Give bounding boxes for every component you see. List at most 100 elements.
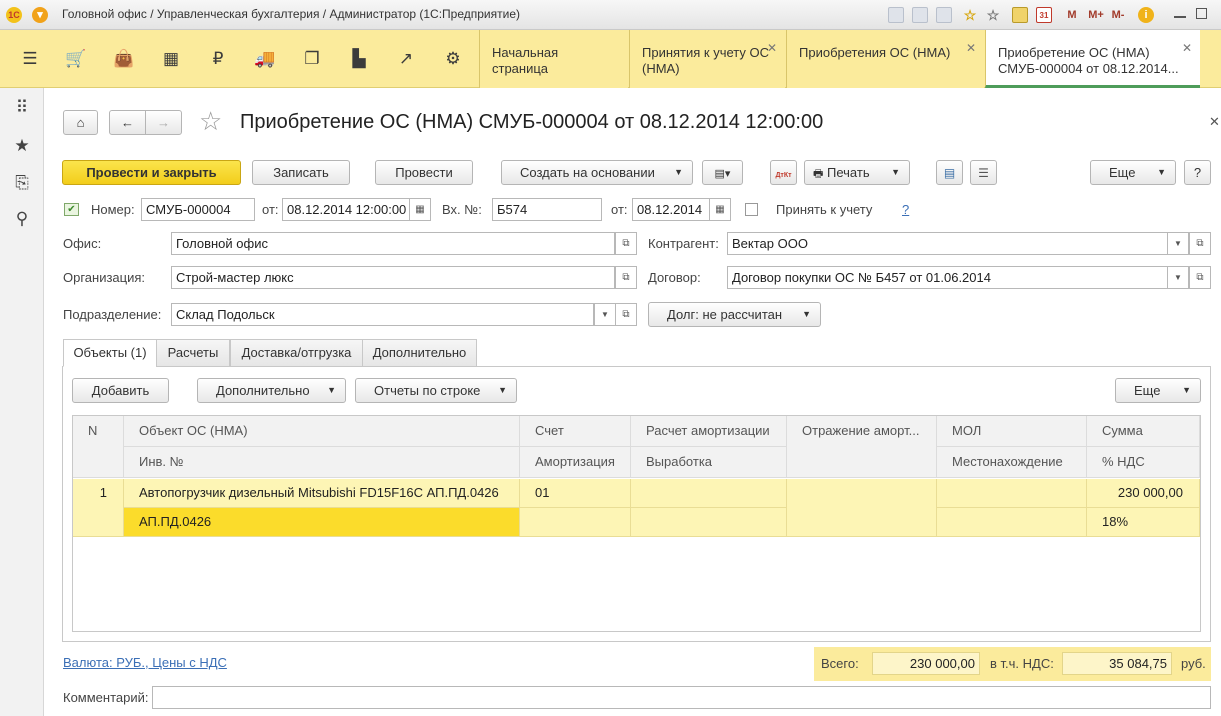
favorite-add-icon[interactable]: ☆ bbox=[962, 7, 978, 23]
print-icon[interactable] bbox=[912, 7, 928, 23]
cell-account[interactable]: 01 bbox=[520, 479, 631, 508]
table-more-button[interactable]: Еще ▼ bbox=[1115, 378, 1201, 403]
info-icon[interactable]: i bbox=[1138, 7, 1154, 23]
add-row-button[interactable]: Добавить bbox=[72, 378, 169, 403]
cell-output[interactable] bbox=[631, 508, 787, 537]
column-header-amort-calc[interactable]: Расчет амортизации bbox=[631, 416, 787, 447]
history-icon[interactable]: ⎘ bbox=[0, 166, 44, 200]
tab-current-document[interactable]: Приобретение ОС (НМА) СМУБ-000004 от 08.… bbox=[985, 30, 1200, 88]
main-menu-icon[interactable]: ▾ bbox=[32, 7, 48, 23]
warehouse-icon[interactable]: ▦ bbox=[153, 30, 189, 88]
favorites-icon[interactable]: ☆ bbox=[985, 7, 1001, 23]
search-icon[interactable]: ⚲ bbox=[0, 202, 44, 236]
cell-location[interactable] bbox=[937, 508, 1087, 537]
comment-field[interactable] bbox=[152, 686, 1211, 709]
apps-grid-icon[interactable]: ⠿ bbox=[0, 91, 44, 125]
additional-button[interactable]: Дополнительно ▼ bbox=[197, 378, 346, 403]
column-header-amort-reflect[interactable]: Отражение аморт... bbox=[787, 416, 937, 478]
window-restore-button[interactable] bbox=[1196, 8, 1207, 19]
cell-sum[interactable]: 230 000,00 bbox=[1087, 479, 1200, 508]
bar-chart-icon[interactable]: ▙ bbox=[341, 30, 377, 88]
cell-object[interactable]: Автопогрузчик дизельный Mitsubishi FD15F… bbox=[124, 479, 520, 508]
debt-button[interactable]: Долг: не рассчитан ▼ bbox=[648, 302, 821, 327]
accept-checkbox[interactable] bbox=[745, 203, 758, 216]
related-documents-button[interactable]: ▤▾ bbox=[702, 160, 743, 185]
ruble-icon[interactable]: ₽ bbox=[200, 30, 236, 88]
column-header-account[interactable]: Счет bbox=[520, 416, 631, 447]
column-header-vat[interactable]: % НДС bbox=[1087, 447, 1200, 478]
dropdown-arrow-icon[interactable]: ▼ bbox=[1167, 266, 1189, 289]
menu-icon[interactable]: ☰ bbox=[12, 30, 48, 88]
create-based-on-button[interactable]: Создать на основании ▼ bbox=[501, 160, 693, 185]
window-minimize-button[interactable] bbox=[1174, 16, 1186, 18]
close-icon[interactable]: ✕ bbox=[767, 40, 777, 56]
cell-amort-reflect[interactable] bbox=[787, 479, 937, 537]
trend-icon[interactable]: ↗ bbox=[388, 30, 424, 88]
forward-button[interactable]: → bbox=[145, 110, 182, 135]
print-button[interactable]: 🖶 Печать ▼ bbox=[804, 160, 910, 185]
tab-home[interactable]: Начальная страница bbox=[479, 30, 628, 88]
cell-vat[interactable]: 18% bbox=[1087, 508, 1200, 537]
open-icon[interactable]: ⧉ bbox=[1189, 232, 1211, 255]
documents-icon[interactable]: ❐ bbox=[294, 30, 330, 88]
close-icon[interactable]: ✕ bbox=[1182, 40, 1192, 56]
date-field[interactable]: 08.12.2014 12:00:00 bbox=[282, 198, 410, 221]
row-reports-button[interactable]: Отчеты по строке ▼ bbox=[355, 378, 517, 403]
calendar-picker-icon[interactable]: ▦ bbox=[409, 198, 431, 221]
close-form-icon[interactable]: ✕ bbox=[1209, 114, 1220, 130]
column-header-output[interactable]: Выработка bbox=[631, 447, 787, 478]
currency-link[interactable]: Валюта: РУБ., Цены с НДС bbox=[63, 653, 227, 673]
tab-acquisitions[interactable]: Приобретения ОС (НМА) ✕ bbox=[786, 30, 984, 88]
preview-icon[interactable] bbox=[936, 7, 952, 23]
save-button[interactable]: Записать bbox=[252, 160, 350, 185]
gear-icon[interactable]: ⚙ bbox=[435, 30, 471, 88]
home-button[interactable]: ⌂ bbox=[63, 110, 98, 135]
bag-icon[interactable]: 👜 bbox=[106, 30, 142, 88]
back-button[interactable]: ← bbox=[109, 110, 146, 135]
incoming-date-field[interactable]: 08.12.2014 bbox=[632, 198, 710, 221]
favorite-star-icon[interactable]: ☆ bbox=[199, 106, 222, 136]
tab-acceptances[interactable]: Принятия к учету ОС (НМА) ✕ bbox=[629, 30, 785, 88]
contractor-field[interactable]: Вектар ООО bbox=[727, 232, 1168, 255]
cell-amort-calc[interactable] bbox=[631, 479, 787, 508]
memory-m-icon[interactable]: M bbox=[1064, 7, 1080, 23]
close-icon[interactable]: ✕ bbox=[966, 40, 976, 56]
open-icon[interactable]: ⧉ bbox=[615, 303, 637, 326]
tab-additional[interactable]: Дополнительно bbox=[362, 339, 477, 367]
open-icon[interactable]: ⧉ bbox=[615, 232, 637, 255]
dt-kt-button[interactable]: ДтКт bbox=[770, 160, 797, 185]
column-header-amortization[interactable]: Амортизация bbox=[520, 447, 631, 478]
truck-icon[interactable]: 🚚 bbox=[247, 30, 283, 88]
department-field[interactable]: Склад Подольск bbox=[171, 303, 594, 326]
cart-icon[interactable]: 🛒 bbox=[58, 30, 94, 88]
calendar-icon[interactable]: 31 bbox=[1036, 7, 1052, 23]
column-header-sum[interactable]: Сумма bbox=[1087, 416, 1200, 447]
cell-mol[interactable] bbox=[937, 479, 1087, 508]
organization-field[interactable]: Строй-мастер люкс bbox=[171, 266, 615, 289]
save-disk-icon[interactable] bbox=[888, 7, 904, 23]
column-header-mol[interactable]: МОЛ bbox=[937, 416, 1087, 447]
calendar-picker-icon[interactable]: ▦ bbox=[709, 198, 731, 221]
contract-field[interactable]: Договор покупки ОС № Б457 от 01.06.2014 bbox=[727, 266, 1168, 289]
tab-delivery[interactable]: Доставка/отгрузка bbox=[230, 339, 363, 367]
memory-mplus-icon[interactable]: M+ bbox=[1086, 7, 1106, 23]
calculator-icon[interactable] bbox=[1012, 7, 1028, 23]
column-header-object[interactable]: Объект ОС (НМА) bbox=[124, 416, 520, 447]
tab-settlements[interactable]: Расчеты bbox=[156, 339, 230, 367]
number-field[interactable]: СМУБ-000004 bbox=[141, 198, 255, 221]
tab-objects[interactable]: Объекты (1) bbox=[63, 339, 157, 367]
help-link[interactable]: ? bbox=[902, 200, 909, 220]
star-icon[interactable]: ★ bbox=[0, 129, 44, 163]
dropdown-arrow-icon[interactable]: ▼ bbox=[594, 303, 616, 326]
column-header-inv[interactable]: Инв. № bbox=[124, 447, 520, 478]
cell-inv[interactable]: АП.ПД.0426 bbox=[124, 508, 520, 537]
post-button[interactable]: Провести bbox=[375, 160, 473, 185]
cell-amortization[interactable] bbox=[520, 508, 631, 537]
memory-mminus-icon[interactable]: M- bbox=[1110, 7, 1126, 23]
attachment-button[interactable]: ▤ bbox=[936, 160, 963, 185]
post-and-close-button[interactable]: Провести и закрыть bbox=[62, 160, 241, 185]
office-field[interactable]: Головной офис bbox=[171, 232, 615, 255]
report-button[interactable]: ☰ bbox=[970, 160, 997, 185]
open-icon[interactable]: ⧉ bbox=[1189, 266, 1211, 289]
column-header-n[interactable]: N bbox=[73, 416, 124, 478]
